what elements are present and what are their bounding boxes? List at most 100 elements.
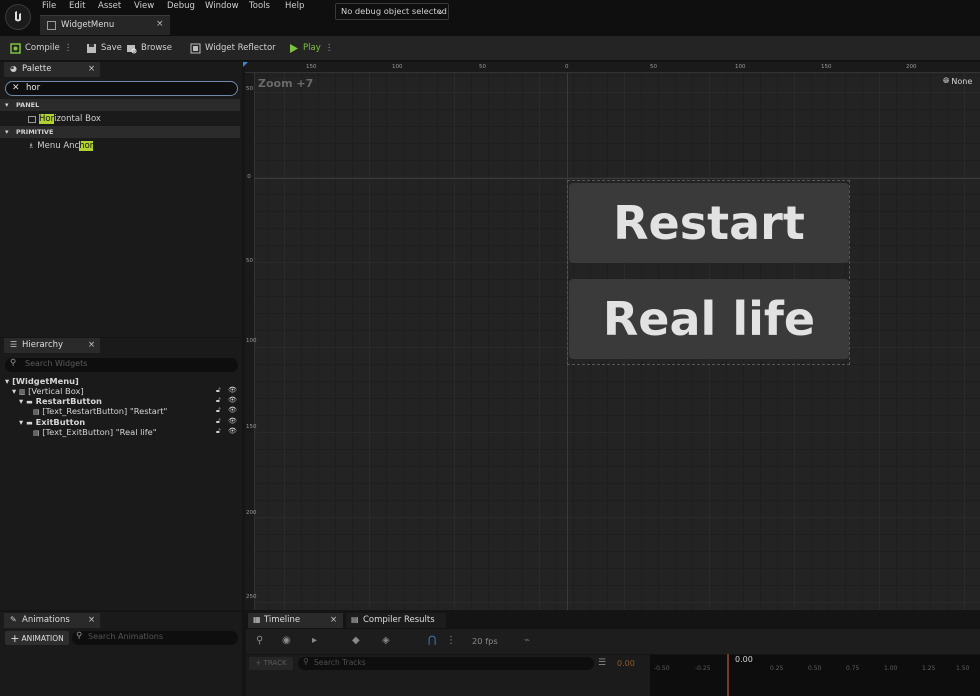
add-animation-button[interactable]: + ANIMATION	[5, 631, 69, 645]
browse-button[interactable]: Browse	[126, 40, 172, 56]
document-tab-widgetmenu[interactable]: WidgetMenu ×	[40, 15, 170, 35]
compiler-results-tab-label: Compiler Results	[363, 615, 435, 625]
fps-select[interactable]: 20 fps	[472, 636, 498, 646]
play-small-icon[interactable]: ▸	[312, 635, 317, 646]
expand-arrow-icon: ▾	[19, 417, 24, 427]
key-icon[interactable]: ⚲	[256, 635, 263, 646]
menu-asset[interactable]: Asset	[98, 0, 121, 12]
globe-icon: 🌐︎	[943, 76, 950, 85]
horizontal-box-icon	[28, 115, 36, 123]
tree-node-text-exit[interactable]: ▤ [Text_ExitButton] "Real life"	[33, 427, 157, 437]
search-match-highlight: hor	[79, 141, 94, 151]
current-time-value[interactable]: 0.00	[617, 659, 635, 668]
tab-timeline[interactable]: ▦ Timeline ×	[248, 613, 343, 628]
real-life-text: Real life	[602, 292, 816, 346]
timeline-tick-label: 0.25	[770, 665, 784, 672]
search-tracks-input[interactable]: ⚲ Search Tracks	[298, 657, 594, 670]
close-icon[interactable]: ×	[88, 340, 95, 350]
browse-label: Browse	[141, 43, 172, 53]
menu-file[interactable]: File	[42, 0, 56, 12]
tree-node-root[interactable]: ▾ [WidgetMenu]	[5, 376, 79, 386]
play-options-icon[interactable]: ⋮	[325, 43, 334, 53]
close-icon[interactable]: ×	[330, 615, 337, 625]
play-label: Play	[303, 43, 321, 53]
tree-node-text-restart[interactable]: ▤ [Text_RestartButton] "Restart"	[33, 406, 167, 416]
text-block-icon: ▤	[33, 429, 40, 437]
tree-node-exit-button[interactable]: ▾ ▬ ExitButton	[19, 417, 85, 427]
button-icon: ▬	[26, 398, 33, 406]
close-icon[interactable]: ×	[88, 64, 95, 74]
ruler-tick-label: 100	[735, 64, 746, 70]
keyframe-icon[interactable]: ◆	[352, 635, 360, 646]
tree-node-restart-button[interactable]: ▾ ▬ RestartButton	[19, 396, 102, 406]
ruler-corner-marker	[243, 62, 248, 67]
filter-icon[interactable]: ☰	[598, 658, 606, 668]
plus-icon: +	[10, 631, 20, 645]
close-icon[interactable]: ×	[156, 19, 164, 29]
add-track-label: TRACK	[263, 659, 287, 667]
menu-help[interactable]: Help	[285, 0, 304, 12]
category-panel-label: PANEL	[16, 101, 40, 109]
none-label: None	[951, 76, 973, 86]
ruler-tick-label: 0	[565, 64, 569, 70]
tree-node-vertical-box[interactable]: ▾ ▥ [Vertical Box]	[12, 386, 84, 396]
close-icon[interactable]: ×	[88, 615, 95, 625]
ruler-tick-label: 100	[246, 338, 257, 344]
restart-text: Restart	[613, 196, 805, 250]
palette-item-menu-anchor[interactable]: ♗ Menu Anchor	[28, 141, 94, 151]
folder-search-icon	[127, 44, 137, 53]
menu-edit[interactable]: Edit	[69, 0, 85, 12]
unreal-logo-icon[interactable]	[5, 4, 31, 30]
timeline-ruler[interactable]: -0.50 -0.25 0.25 0.50 0.75 1.00 1.25 1.5…	[650, 655, 980, 696]
play-button[interactable]: Play ⋮	[288, 40, 333, 56]
hierarchy-search-input[interactable]: ⚲ Search Widgets	[5, 358, 238, 372]
clear-search-icon[interactable]: ✕	[12, 83, 20, 93]
menu-tools[interactable]: Tools	[249, 0, 270, 12]
search-icon: ⚲	[303, 657, 309, 666]
compile-button[interactable]: Compile ⋮	[10, 40, 72, 56]
animation-search-input[interactable]: ⚲ Search Animations	[72, 631, 238, 645]
plus-icon: +	[255, 659, 264, 667]
magnet-snap-icon[interactable]: ⋂	[428, 635, 436, 646]
tree-node-label: [Vertical Box]	[28, 386, 84, 396]
real-life-button-preview[interactable]: Real life	[569, 279, 849, 359]
tab-palette[interactable]: ◕ Palette ×	[4, 62, 100, 77]
add-track-button[interactable]: + TRACK	[249, 657, 293, 670]
palette-item-horizontal-box[interactable]: Horizontal Box	[28, 114, 101, 124]
snap-options-icon[interactable]: ⋮	[446, 635, 456, 646]
ruler-tick-label: 200	[246, 510, 257, 516]
eye-icon[interactable]: ◉	[282, 635, 291, 646]
menu-debug[interactable]: Debug	[167, 0, 195, 12]
animations-tab-label: Animations	[22, 615, 70, 625]
restart-button-preview[interactable]: Restart	[569, 183, 849, 263]
category-primitive[interactable]: ▾ PRIMITIVE	[0, 126, 240, 138]
screen-size-none-button[interactable]: 🌐︎ None	[943, 76, 972, 86]
origin-axis-horizontal	[255, 178, 980, 179]
category-panel[interactable]: ▾ PANEL	[0, 99, 240, 111]
keyframe-snap-icon[interactable]: ◈	[382, 635, 390, 646]
menu-view[interactable]: View	[134, 0, 154, 12]
search-match-highlight: Hor	[39, 114, 55, 124]
tab-animations[interactable]: ✎ Animations ×	[4, 613, 100, 628]
tab-compiler-results[interactable]: ▤ Compiler Results	[346, 613, 446, 628]
hierarchy-icon: ☰	[10, 340, 18, 349]
button-icon: ▬	[26, 419, 33, 427]
search-tracks-placeholder: Search Tracks	[314, 658, 366, 667]
play-icon	[290, 43, 298, 53]
menu-window[interactable]: Window	[205, 0, 239, 12]
curve-editor-icon[interactable]: ⌁	[524, 635, 530, 646]
add-animation-label: ANIMATION	[21, 633, 64, 643]
palette-search-input[interactable]: ✕ hor	[5, 81, 238, 96]
save-label: Save	[101, 43, 122, 53]
widget-reflector-button[interactable]: Widget Reflector	[190, 40, 276, 56]
ruler-tick-label: 200	[906, 64, 917, 70]
debug-object-value: No debug object selected	[341, 6, 447, 16]
ruler-tick-label: 250	[246, 594, 257, 600]
tab-hierarchy[interactable]: ☰ Hierarchy ×	[4, 338, 100, 353]
category-primitive-label: PRIMITIVE	[16, 128, 54, 136]
compile-options-icon[interactable]: ⋮	[64, 43, 73, 53]
debug-object-select[interactable]: No debug object selected ⌄	[335, 3, 449, 20]
playhead[interactable]	[727, 654, 729, 696]
save-button[interactable]: Save	[86, 40, 122, 56]
search-icon: ⚲	[10, 358, 17, 368]
